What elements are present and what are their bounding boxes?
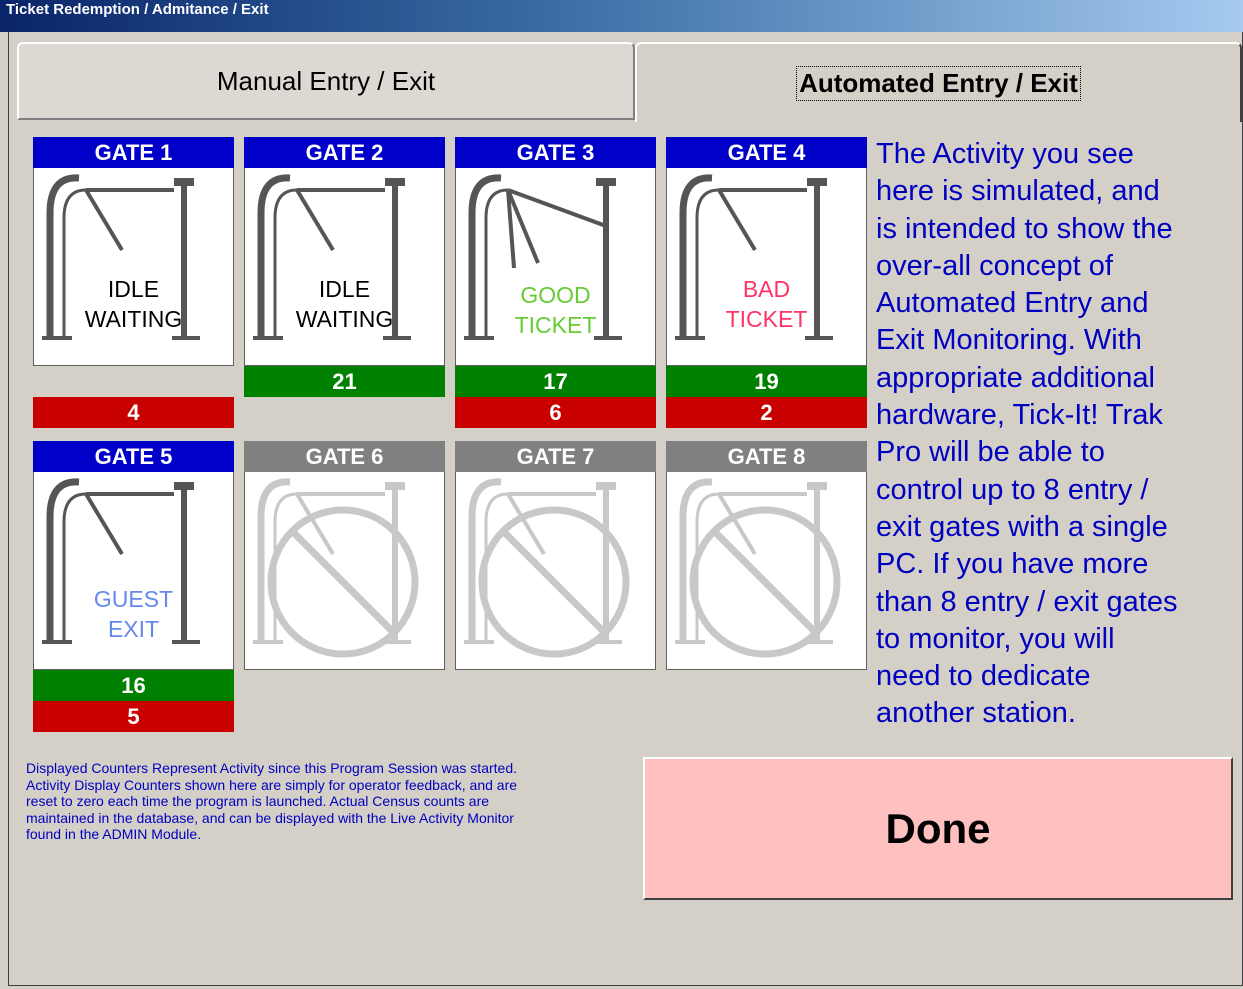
turnstile-icon <box>675 478 841 658</box>
good-counter: 17 <box>455 366 656 397</box>
gate-display: BAD TICKET <box>666 168 867 366</box>
turnstile-icon <box>253 174 411 340</box>
gate-6: GATE 6 <box>244 441 445 670</box>
gate-display: GUEST EXIT <box>33 472 234 670</box>
tab-automated-label: Automated Entry / Exit <box>796 65 1081 101</box>
gate-display <box>666 472 867 670</box>
gate-display <box>455 472 656 670</box>
good-counter: 16 <box>33 670 234 701</box>
gate-1: GATE 1 IDLE WAITING 4 <box>33 137 234 428</box>
gate-header: GATE 3 <box>455 137 656 168</box>
good-counter: 19 <box>666 366 867 397</box>
bad-counter: 2 <box>666 397 867 428</box>
window-titlebar: Ticket Redemption / Admitance / Exit <box>0 0 1243 32</box>
gate-header: GATE 8 <box>666 441 867 472</box>
gate-status-text: WAITING <box>295 306 394 332</box>
gate-header: GATE 2 <box>244 137 445 168</box>
turnstile-icon <box>464 478 630 658</box>
gate-status-text: IDLE <box>318 276 371 302</box>
turnstile-icon <box>253 478 419 658</box>
good-counter: 21 <box>244 366 445 397</box>
turnstile-icon <box>675 174 833 340</box>
gate-7: GATE 7 <box>455 441 656 670</box>
gate-4: GATE 4 BAD TICKET 19 2 <box>666 137 867 428</box>
gate-display: IDLE WAITING <box>244 168 445 366</box>
tab-manual-entry-exit[interactable]: Manual Entry / Exit <box>17 42 635 120</box>
gate-status-text: TICKET <box>725 306 808 332</box>
gate-status-text: GUEST <box>93 586 174 612</box>
tab-automated-entry-exit[interactable]: Automated Entry / Exit <box>635 42 1242 122</box>
window-title: Ticket Redemption / Admitance / Exit <box>6 1 269 18</box>
gate-status-text: EXIT <box>107 616 160 642</box>
gate-8: GATE 8 <box>666 441 867 670</box>
gate-status-text: TICKET <box>514 312 597 338</box>
gate-header: GATE 1 <box>33 137 234 168</box>
gate-status-text: GOOD <box>520 282 591 308</box>
done-button[interactable]: Done <box>643 757 1233 900</box>
info-text: The Activity you see here is simulated, … <box>876 138 1178 730</box>
gate-2: GATE 2 IDLE WAITING 21 <box>244 137 445 397</box>
gate-display: GOOD TICKET <box>455 168 656 366</box>
counter-spacer <box>33 366 234 397</box>
turnstile-icon <box>42 174 200 340</box>
gate-header: GATE 5 <box>33 441 234 472</box>
bad-counter: 5 <box>33 701 234 732</box>
gate-status-text: WAITING <box>84 306 183 332</box>
gate-display <box>244 472 445 670</box>
gate-header: GATE 7 <box>455 441 656 472</box>
gate-display: IDLE WAITING <box>33 168 234 366</box>
gate-5: GATE 5 GUEST EXIT 16 5 <box>33 441 234 732</box>
gate-3: GATE 3 GOOD TICKET 17 6 <box>455 137 656 428</box>
footnote-text: Displayed Counters Represent Activity si… <box>26 760 518 842</box>
gate-header: GATE 4 <box>666 137 867 168</box>
gate-header: GATE 6 <box>244 441 445 472</box>
bad-counter: 4 <box>33 397 234 428</box>
gate-status-text: IDLE <box>107 276 160 302</box>
gate-status-text: BAD <box>742 276 791 302</box>
bad-counter: 6 <box>455 397 656 428</box>
